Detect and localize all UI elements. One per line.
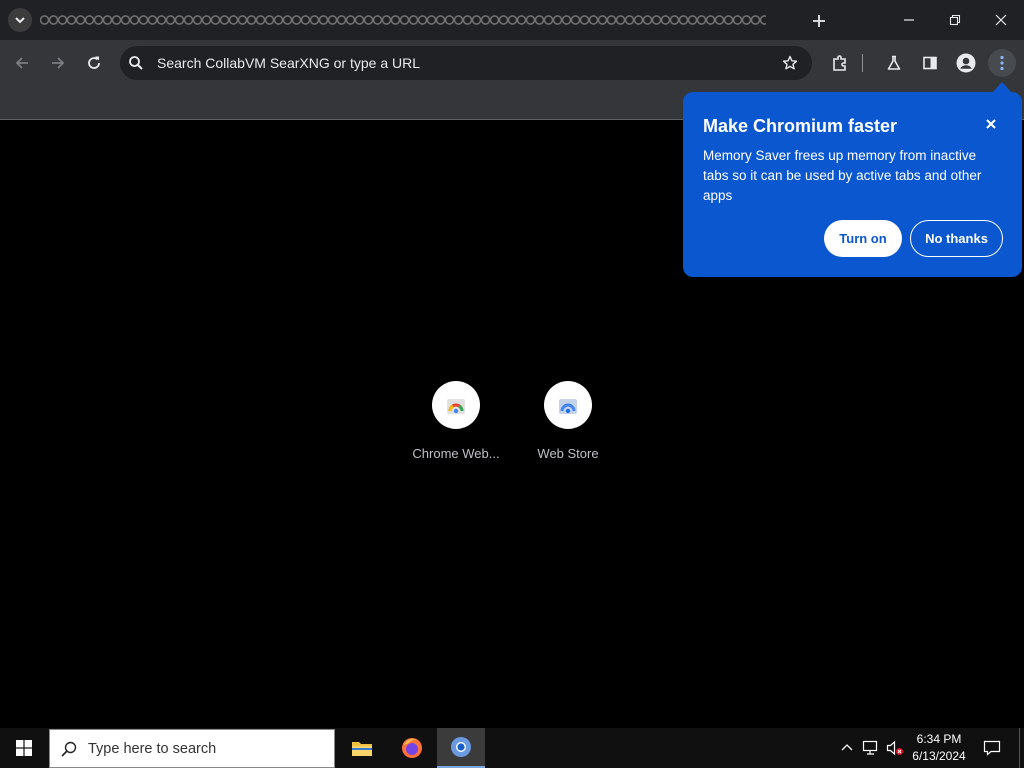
shortcut-label: Web Store (537, 446, 599, 461)
arrow-left-icon (15, 57, 28, 69)
network-icon (862, 740, 878, 755)
flask-icon (887, 55, 901, 70)
shortcut-icon-bg (544, 381, 592, 429)
promo-body: Memory Saver frees up memory from inacti… (703, 148, 982, 203)
shortcut-web-store[interactable]: Web Store (518, 379, 618, 461)
turn-on-button[interactable]: Turn on (824, 220, 902, 257)
tab-search-button[interactable] (8, 8, 32, 32)
shortcut-label: Chrome Web... (412, 446, 500, 461)
minimize-icon (904, 19, 914, 21)
chevron-down-icon (15, 17, 25, 24)
promo-title: Make Chromium faster (703, 116, 898, 136)
network-button[interactable] (862, 739, 880, 757)
reload-icon (88, 56, 100, 69)
folder-icon (352, 742, 372, 756)
plus-icon (813, 15, 825, 27)
no-thanks-button[interactable]: No thanks (910, 220, 1003, 257)
close-window-button[interactable] (978, 0, 1024, 40)
notifications-button[interactable] (980, 728, 1004, 768)
address-bar[interactable]: Search CollabVM SearXNG or type a URL (120, 46, 812, 80)
promo-bubble-arrow (993, 82, 1011, 92)
extensions-button[interactable] (826, 49, 854, 77)
shortcut-chrome-web-store[interactable]: Chrome Web... (406, 379, 506, 461)
chevron-up-icon (841, 744, 853, 751)
clock-time: 6:34 PM (916, 732, 962, 746)
avatar-icon (956, 53, 976, 73)
forward-button[interactable] (44, 49, 72, 77)
firefox-icon (402, 738, 422, 758)
volume-button[interactable] (886, 739, 904, 757)
restore-button[interactable] (932, 0, 978, 40)
tab-title-pattern[interactable] (40, 13, 766, 27)
bookmark-star-button[interactable] (778, 51, 802, 75)
promo-close-button[interactable] (981, 114, 1001, 134)
notification-icon (983, 740, 1001, 756)
minimize-button[interactable] (886, 0, 932, 40)
clock-date: 6/13/2024 (912, 749, 966, 763)
memory-saver-promo: Make Chromium faster Memory Saver frees … (683, 92, 1022, 277)
show-desktop-button[interactable] (1019, 728, 1024, 768)
search-icon (129, 56, 143, 70)
taskbar: Type here to search 6:34 PM 6/13/2024 (0, 728, 1024, 768)
system-clock[interactable]: 6:34 PM 6/13/2024 (906, 731, 972, 765)
side-panel-button[interactable] (916, 49, 944, 77)
web-store-icon (559, 399, 577, 414)
volume-muted-icon (886, 740, 903, 756)
shortcut-icon-bg (432, 381, 480, 429)
menu-button[interactable] (988, 49, 1016, 77)
new-tab-button[interactable] (806, 8, 832, 34)
start-button[interactable] (0, 728, 48, 768)
star-icon (782, 55, 798, 70)
back-button[interactable] (8, 49, 36, 77)
taskbar-search-placeholder: Type here to search (88, 741, 217, 757)
chromium-button[interactable] (437, 728, 485, 768)
toolbar-divider (862, 54, 866, 72)
search-icon (61, 741, 77, 757)
address-bar-placeholder: Search CollabVM SearXNG or type a URL (157, 55, 420, 71)
windows-logo-icon (16, 740, 32, 756)
firefox-button[interactable] (388, 728, 436, 768)
tray-overflow-button[interactable] (838, 739, 856, 757)
arrow-right-icon (52, 57, 65, 69)
tab-strip (0, 0, 1024, 40)
chrome-web-store-icon (447, 399, 465, 414)
restore-icon (949, 14, 961, 26)
profile-button[interactable] (952, 49, 980, 77)
toolbar: Search CollabVM SearXNG or type a URL (0, 40, 1024, 86)
kebab-menu-icon (1000, 55, 1004, 71)
taskbar-search-box[interactable]: Type here to search (49, 729, 335, 768)
chromium-icon (451, 737, 471, 757)
reload-button[interactable] (80, 49, 108, 77)
labs-button[interactable] (880, 49, 908, 77)
close-icon (995, 14, 1007, 26)
close-icon (986, 119, 996, 129)
file-explorer-button[interactable] (338, 728, 386, 768)
side-panel-icon (923, 56, 937, 70)
puzzle-icon (833, 55, 846, 71)
